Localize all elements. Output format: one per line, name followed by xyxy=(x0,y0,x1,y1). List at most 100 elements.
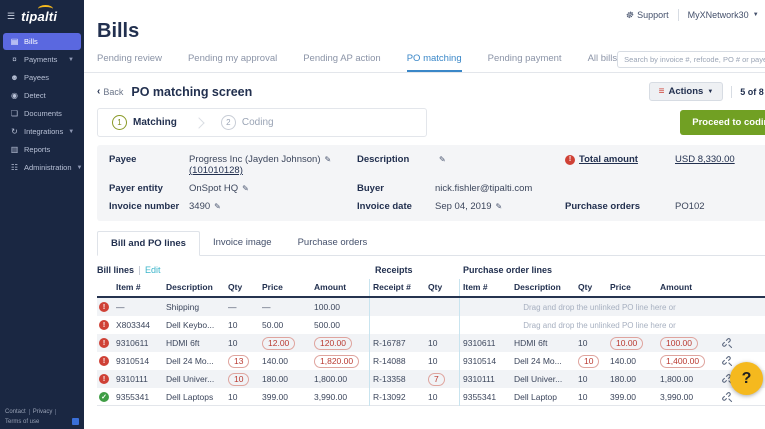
tab-invoice-image[interactable]: Invoice image xyxy=(200,231,285,255)
tab-bill-and-po-lines[interactable]: Bill and PO lines xyxy=(97,231,200,256)
tab-bar: Pending review Pending my approval Pendi… xyxy=(84,47,765,73)
back-label: Back xyxy=(103,86,124,97)
edit-payee-icon[interactable]: ✎ xyxy=(324,155,331,164)
po-desc-cell: Dell Laptop xyxy=(514,392,558,402)
bill-amount-cell: 1,800.00 xyxy=(314,374,348,384)
divider xyxy=(677,9,679,21)
step-label: Coding xyxy=(241,117,274,128)
support-link[interactable]: ☸ Support xyxy=(625,10,669,21)
bill-price-cell: — xyxy=(262,302,271,312)
receipt-qty-cell: 7 xyxy=(425,370,459,388)
sidebar-item-integrations[interactable]: ↻ Integrations ▼ xyxy=(3,123,81,140)
menu-icon[interactable]: ☰ xyxy=(7,11,15,22)
table-row: ! 9310611 HDMI 6ft 10 12.00 120.00 R-167… xyxy=(97,334,765,352)
payees-icon: ☻ xyxy=(10,73,19,82)
error-icon: ! xyxy=(99,374,109,384)
purchase-orders-value: PO102 xyxy=(675,201,705,212)
sidebar-item-bills[interactable]: ▤ Bills xyxy=(3,33,81,50)
tab-pending-payment[interactable]: Pending payment xyxy=(488,53,562,72)
po-drop-zone[interactable]: Drag and drop the unlinked PO line here … xyxy=(459,316,739,334)
po-item-cell: 9355341 xyxy=(459,388,511,406)
receipt-qty-cell: 10 xyxy=(428,356,438,366)
po-lines-section-label: Purchase order lines xyxy=(463,265,553,275)
tab-pending-review[interactable]: Pending review xyxy=(97,53,162,72)
actions-button[interactable]: ≡ Actions ▼ xyxy=(648,82,724,101)
payer-entity-label: Payer entity xyxy=(109,183,163,194)
table-header-row: Item # Description Qty Price Amount Rece… xyxy=(97,279,765,298)
table-row: ! — Shipping — — 100.00 Drag and drop th… xyxy=(97,298,765,316)
unlink-icon[interactable] xyxy=(722,391,733,403)
back-button[interactable]: ‹ Back xyxy=(97,86,123,97)
tab-pending-ap-action[interactable]: Pending AP action xyxy=(303,53,380,72)
invoice-number: 3490 xyxy=(189,201,211,212)
account-menu[interactable]: MyXNetwork30 ▼ xyxy=(688,10,759,20)
receipt-qty-cell xyxy=(425,316,459,334)
edit-description-icon[interactable]: ✎ xyxy=(439,155,446,164)
search-box xyxy=(617,49,765,68)
error-icon: ! xyxy=(99,356,109,366)
edit-invoice-date-icon[interactable]: ✎ xyxy=(496,202,503,211)
pagination-label: 5 of 8 xyxy=(740,86,764,97)
bill-price-cell: 140.00 xyxy=(262,356,288,366)
caret-down-icon: ▼ xyxy=(76,164,83,171)
chevron-separator-icon xyxy=(193,116,205,129)
bill-desc-cell: Dell 24 Mo... xyxy=(166,356,214,366)
privacy-link[interactable]: Privacy xyxy=(33,409,53,415)
bill-lines-label: Bill lines xyxy=(97,265,135,275)
error-icon: ! xyxy=(99,320,109,330)
qty-mismatch-badge: 7 xyxy=(428,372,445,386)
col-receipt-qty: Qty xyxy=(428,282,443,292)
breadcrumb: ‹ Back PO matching screen ≡ Actions ▼ 5 … xyxy=(84,73,765,108)
bill-desc-cell: Dell Univer... xyxy=(166,374,215,384)
help-button[interactable]: ? xyxy=(730,362,763,395)
bill-amount-cell: 100.00 xyxy=(314,302,340,312)
po-qty-cell: 10 xyxy=(575,352,607,370)
edit-invoice-number-icon[interactable]: ✎ xyxy=(214,202,221,211)
bill-qty-cell: 10 xyxy=(228,338,238,348)
payer-entity-value: OnSpot HQ ✎ xyxy=(189,183,357,194)
total-amount-value[interactable]: USD 8,330.00 xyxy=(675,154,735,165)
sidebar-item-reports[interactable]: ▥ Reports xyxy=(3,141,81,158)
sidebar-item-payments[interactable]: ¤ Payments ▼ xyxy=(3,51,81,68)
sidebar-item-payees[interactable]: ☻ Payees xyxy=(3,69,81,86)
tab-po-matching[interactable]: PO matching xyxy=(406,53,462,72)
stepper-row: 1 Matching 2 Coding Proceed to coding xyxy=(84,108,765,137)
sidebar-item-documents[interactable]: ❏ Documents xyxy=(3,105,81,122)
tab-pending-my-approval[interactable]: Pending my approval xyxy=(188,53,277,72)
reports-icon: ▥ xyxy=(10,145,19,154)
sidebar-nav: ▤ Bills ¤ Payments ▼ ☻ Payees ◉ Detect ❏… xyxy=(0,33,84,176)
edit-payer-entity-icon[interactable]: ✎ xyxy=(242,184,249,193)
caret-down-icon: ▼ xyxy=(68,128,75,135)
receipt-cell: R-16787 xyxy=(369,334,425,352)
sidebar-item-label: Bills xyxy=(24,37,38,46)
sidebar-item-detect[interactable]: ◉ Detect xyxy=(3,87,81,104)
bill-amount-cell: 120.00 xyxy=(311,334,369,352)
qty-mismatch-badge: 10 xyxy=(578,354,600,368)
col-amount: Amount xyxy=(314,282,347,292)
unlink-icon[interactable] xyxy=(722,337,733,349)
unlink-icon[interactable] xyxy=(722,355,733,367)
amount-mismatch-badge: 100.00 xyxy=(660,336,698,350)
terms-link[interactable]: Terms of use xyxy=(5,419,39,425)
tab-purchase-orders[interactable]: Purchase orders xyxy=(285,231,381,255)
description-label: Description xyxy=(357,154,410,165)
bill-qty-cell: — xyxy=(228,302,237,312)
edit-bill-lines-link[interactable]: Edit xyxy=(145,265,161,275)
po-desc-cell: Dell Univer... xyxy=(514,374,563,384)
sidebar-item-administration[interactable]: ☷ Administration ▼ xyxy=(3,159,83,176)
col-po-amount: Amount xyxy=(660,282,693,292)
sidebar-item-label: Payments xyxy=(24,55,58,64)
contact-link[interactable]: Contact xyxy=(5,409,26,415)
total-amount-label: Total amount xyxy=(579,154,638,165)
payer-entity-name: OnSpot HQ xyxy=(189,183,239,194)
divider xyxy=(139,265,141,275)
po-drop-zone[interactable]: Drag and drop the unlinked PO line here … xyxy=(459,298,739,316)
search-input[interactable] xyxy=(617,51,765,68)
row-status: ! xyxy=(97,334,113,352)
tab-all-bills[interactable]: All bills xyxy=(588,53,618,72)
proceed-to-coding-button[interactable]: Proceed to coding xyxy=(680,110,765,135)
po-amount-cell: 100.00 xyxy=(657,334,719,352)
sidebar-header: ☰ tipalti xyxy=(0,0,84,32)
step-label: Matching xyxy=(133,117,177,128)
payee-id-link[interactable]: (101010128) xyxy=(189,165,243,176)
